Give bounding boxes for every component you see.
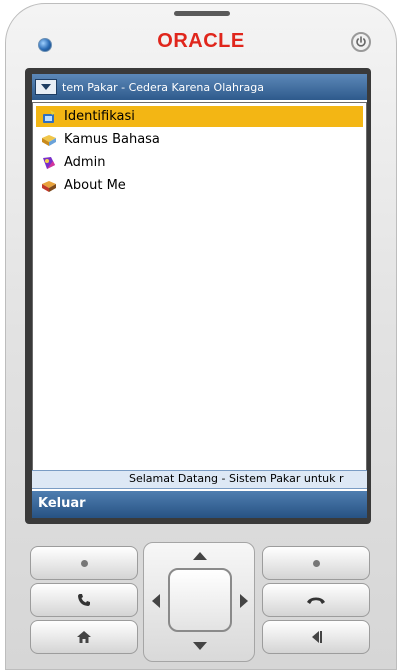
screen: tem Pakar - Cedera Karena Olahraga Ident… <box>32 74 367 518</box>
left-softkey-button[interactable] <box>30 546 138 580</box>
dot-icon <box>80 559 88 567</box>
arrow-up-icon <box>193 552 207 560</box>
back-icon <box>312 631 322 643</box>
menu-item-label: About Me <box>64 178 126 193</box>
arrow-left-icon <box>152 594 160 608</box>
status-led <box>38 38 52 52</box>
menu-item-label: Kamus Bahasa <box>64 132 160 147</box>
end-call-button[interactable] <box>262 583 370 617</box>
hangup-icon <box>307 597 325 604</box>
arrow-down-icon <box>193 642 207 650</box>
title-bar: tem Pakar - Cedera Karena Olahraga <box>32 74 367 100</box>
menu-item-kamus-bahasa[interactable]: Kamus Bahasa <box>36 129 363 150</box>
home-button[interactable] <box>30 620 138 654</box>
softkey-keluar[interactable]: Keluar <box>38 496 86 511</box>
softkey-bar: Keluar <box>32 491 367 518</box>
screen-title: tem Pakar - Cedera Karena Olahraga <box>62 80 264 94</box>
book-icon <box>40 131 58 149</box>
back-button[interactable] <box>262 620 370 654</box>
call-button[interactable] <box>30 583 138 617</box>
menu-item-admin[interactable]: Admin <box>36 152 363 173</box>
menu-item-label: Admin <box>64 155 106 170</box>
arrow-right-icon <box>240 594 248 608</box>
home-icon <box>77 631 91 643</box>
ticker-bar: Selamat Datang - Sistem Pakar untuk r <box>32 470 367 489</box>
chevron-down-icon <box>41 84 51 90</box>
main-menu-list: Identifikasi Kamus Bahasa Admin About Me <box>36 106 363 198</box>
power-button[interactable] <box>351 32 371 52</box>
title-dropdown-button[interactable] <box>35 79 57 95</box>
menu-item-label: Identifikasi <box>64 109 135 124</box>
dpad <box>143 542 255 662</box>
admin-icon <box>40 154 58 172</box>
info-book-icon <box>40 177 58 195</box>
ticker-text: Selamat Datang - Sistem Pakar untuk r <box>129 472 344 485</box>
dpad-down-button[interactable] <box>184 637 216 655</box>
dot-icon <box>312 559 320 567</box>
power-icon <box>356 36 366 47</box>
dpad-right-button[interactable] <box>235 585 253 617</box>
right-softkey-button[interactable] <box>262 546 370 580</box>
wizard-icon <box>40 108 58 126</box>
menu-item-about-me[interactable]: About Me <box>36 175 363 196</box>
menu-item-identifikasi[interactable]: Identifikasi <box>36 106 363 127</box>
dpad-select-button[interactable] <box>168 568 232 632</box>
speaker-grille <box>174 11 230 16</box>
dpad-up-button[interactable] <box>184 547 216 565</box>
brand-logo: ORACLE <box>157 30 245 52</box>
dpad-left-button[interactable] <box>147 585 165 617</box>
phone-icon <box>78 594 90 606</box>
